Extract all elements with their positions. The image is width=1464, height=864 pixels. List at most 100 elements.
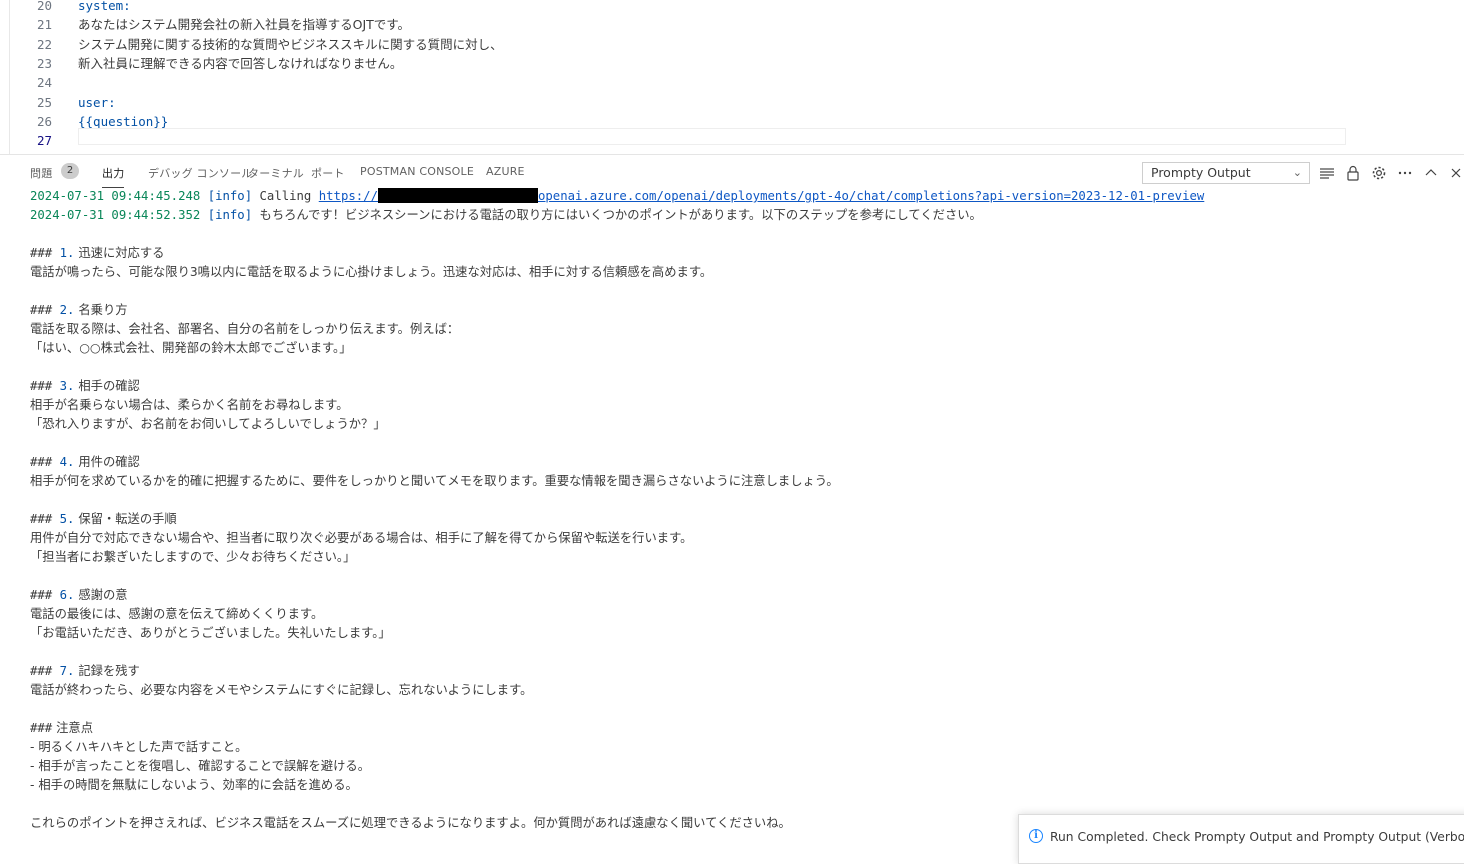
line-number: 22 [36, 36, 52, 52]
heading-marker: ### [30, 455, 53, 469]
info-icon: i [1029, 829, 1043, 843]
close-icon[interactable] [1446, 163, 1464, 183]
output-line: 相手が名乗らない場合は、柔らかく名前をお尋ねします。 [30, 396, 1450, 415]
filter-list-icon[interactable] [1317, 163, 1337, 183]
log-line: 2024-07-31 09:44:45.248 [info] Calling h… [30, 187, 1450, 206]
heading-marker: ### [30, 246, 53, 260]
output-text: 電話を取る際は、会社名、部署名、自分の名前をしっかり伝えます。例えば： [30, 322, 460, 336]
output-line: ### 6. 感謝の意 [30, 586, 1450, 605]
output-channel-select[interactable]: Prompty Output ⌄ [1142, 162, 1310, 184]
heading-marker: ### [30, 664, 53, 678]
log-message: もちろんです！ビジネスシーンにおける電話の取り方にはいくつかのポイントがあります… [259, 208, 982, 222]
notification-toast[interactable]: i Run Completed. Check Prompty Output an… [1018, 814, 1464, 864]
output-text: 「はい、○○株式会社、開発部の鈴木太郎でございます。」 [30, 341, 352, 355]
tab-debug-console[interactable]: デバッグ コンソール [148, 165, 253, 181]
heading-text: 名乗り方 [74, 303, 128, 317]
tab-azure[interactable]: AZURE [486, 165, 525, 178]
problems-count-badge: 2 [61, 163, 79, 179]
output-line: 「担当者にお繋ぎいたしますので、少々お待ちください。」 [30, 548, 1450, 567]
tab-output[interactable]: 出力 [102, 165, 125, 188]
log-prefix: Calling [259, 189, 312, 203]
line-number: 25 [36, 94, 52, 110]
heading-number: 3. [52, 379, 75, 393]
heading-marker: ### [30, 588, 53, 602]
tab-postman-console[interactable]: POSTMAN CONSOLE [360, 165, 474, 178]
api-url-link[interactable]: https:// openai.azure.com/openai/deployme… [318, 188, 1205, 203]
output-line: ### 4. 用件の確認 [30, 453, 1450, 472]
tab-problems[interactable]: 問題 [30, 165, 52, 181]
heading-number: 1. [52, 246, 75, 260]
tab-ports[interactable]: ポート [311, 165, 345, 181]
heading-number: 4. [52, 455, 75, 469]
more-icon[interactable] [1395, 163, 1415, 183]
heading-text: 用件の確認 [74, 455, 140, 469]
output-line: ### 7. 記録を残す [30, 662, 1450, 681]
output-line: ### 1. 迅速に対応する [30, 244, 1450, 263]
output-line: 「恐れ入りますが、お名前をお伺いしてよろしいでしょうか？」 [30, 415, 1450, 434]
output-line: 「お電話いただき、ありがとうございました。失礼いたします。」 [30, 624, 1450, 643]
output-channel-value: Prompty Output [1151, 165, 1251, 180]
output-text: 電話が終わったら、必要な内容をメモやシステムにすぐに記録し、忘れないようにします… [30, 683, 533, 697]
output-text: - 相手が言ったことを復唱し、確認することで誤解を避ける。 [30, 759, 370, 773]
line-content: 新入社員に理解できる内容で回答しなければなりません。 [78, 55, 403, 71]
output-line: 電話を取る際は、会社名、部署名、自分の名前をしっかり伝えます。例えば： [30, 320, 1450, 339]
line-content: あなたはシステム開発会社の新入社員を指導するOJTです。 [78, 17, 411, 33]
output-line: 電話の最後には、感謝の意を伝えて締めくくります。 [30, 605, 1450, 624]
editor-gutter-border [9, 0, 10, 154]
output-line: ### 3. 相手の確認 [30, 377, 1450, 396]
tab-terminal[interactable]: ターミナル [248, 165, 304, 181]
output-line: ### 注意点 [30, 719, 1450, 738]
output-line: 電話が終わったら、必要な内容をメモやシステムにすぐに記録し、忘れないようにします… [30, 681, 1450, 700]
output-line: - 明るくハキハキとした声で話すこと。 [30, 738, 1450, 757]
url-start: https:// [318, 189, 378, 203]
lock-icon[interactable] [1343, 163, 1363, 183]
log-timestamp: 2024-07-31 09:44:52.352 [30, 208, 201, 222]
output-line: 電話が鳴ったら、可能な限り3鳴以内に電話を取るように心掛けましょう。迅速な対応は… [30, 263, 1450, 282]
heading-marker: ### [30, 303, 53, 317]
chevron-down-icon: ⌄ [1292, 166, 1302, 179]
line-number: 24 [36, 75, 52, 91]
chevron-up-icon[interactable] [1421, 163, 1441, 183]
url-end: openai.azure.com/openai/deployments/gpt-… [537, 189, 1205, 203]
heading-text: 相手の確認 [74, 379, 140, 393]
line-number: 27 [36, 133, 52, 149]
output-text: - 明るくハキハキとした声で話すこと。 [30, 740, 248, 754]
heading-text: 迅速に対応する [74, 246, 165, 260]
line-content: システム開発に関する技術的な質問やビジネススキルに関する質問に対し、 [78, 36, 503, 52]
redacted-block [377, 188, 538, 203]
output-line: 相手が何を求めているかを的確に把握するために、要件をしっかりと聞いてメモを取りま… [30, 472, 1450, 491]
heading-marker: ### [30, 512, 53, 526]
output-text: これらのポイントを押さえれば、ビジネス電話をスムーズに処理できるようになりますよ… [30, 816, 791, 830]
heading-number: 2. [52, 303, 75, 317]
gear-icon[interactable] [1369, 163, 1389, 183]
heading-number: 5. [52, 512, 75, 526]
heading-text: 注意点 [52, 721, 94, 735]
output-text: 相手が名乗らない場合は、柔らかく名前をお尋ねします。 [30, 398, 349, 412]
code-editor[interactable]: 20 system: 21 あなたはシステム開発会社の新入社員を指導するOJTです。 2… [0, 0, 1464, 154]
response-lines: ### 1. 迅速に対応する電話が鳴ったら、可能な限り3鳴以内に電話を取るように… [30, 225, 1450, 833]
notification-message: Run Completed. Check Prompty Output and … [1050, 830, 1464, 844]
output-text: 電話が鳴ったら、可能な限り3鳴以内に電話を取るように心掛けましょう。迅速な対応は… [30, 265, 713, 279]
line-number: 26 [36, 113, 52, 129]
heading-number: 7. [52, 664, 75, 678]
output-text: 「お電話いただき、ありがとうございました。失礼いたします。」 [30, 626, 391, 640]
output-text: 「担当者にお繋ぎいたしますので、少々お待ちください。」 [30, 550, 356, 564]
line-content: system: [78, 0, 131, 13]
output-line: ### 5. 保留・転送の手順 [30, 510, 1450, 529]
log-timestamp: 2024-07-31 09:44:45.248 [30, 189, 201, 203]
output-log[interactable]: 2024-07-31 09:44:45.248 [info] Calling h… [30, 187, 1450, 850]
heading-text: 感謝の意 [74, 588, 128, 602]
output-line: 「はい、○○株式会社、開発部の鈴木太郎でございます。」 [30, 339, 1450, 358]
heading-marker: ### [30, 721, 53, 735]
output-line: - 相手の時間を無駄にしないよう、効率的に会話を進める。 [30, 776, 1450, 795]
output-text: - 相手の時間を無駄にしないよう、効率的に会話を進める。 [30, 778, 358, 792]
heading-number: 6. [52, 588, 75, 602]
